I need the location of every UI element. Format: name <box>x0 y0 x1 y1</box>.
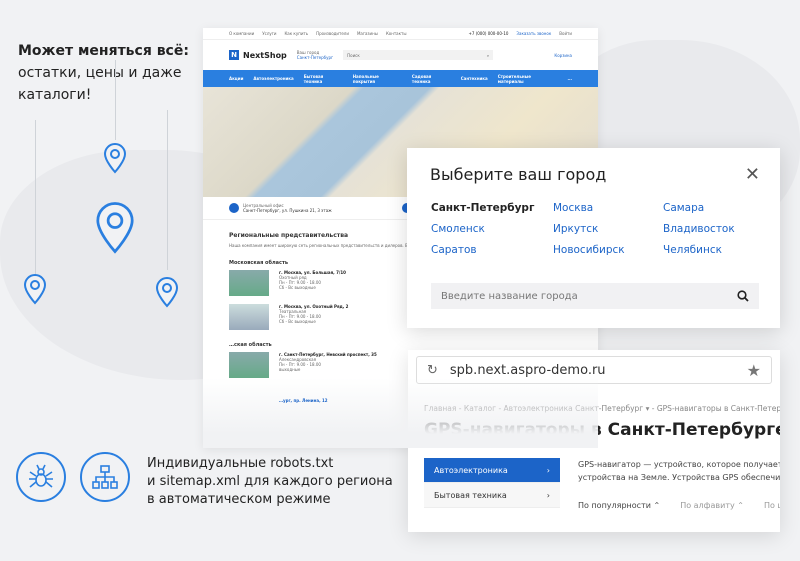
description: GPS-навигатор — устройство, которое полу… <box>578 458 780 484</box>
office-addr: Санкт-Петербург, ул. Пушкина 21, 3 этаж <box>243 208 332 213</box>
region-title: …ская область <box>229 342 272 348</box>
divider <box>115 60 116 140</box>
city-item[interactable]: Самара <box>663 202 773 214</box>
catalog-menu: Автоэлектроника › Бытовая техника › <box>424 458 560 508</box>
bottom-text: Индивидуальные robots.txt и sitemap.xml … <box>147 455 393 509</box>
office-info: Центральный офис Санкт-Петербург, ул. Пуш… <box>229 203 332 213</box>
hero-text: Может меняться всё: остатки, цены и даже… <box>18 40 198 106</box>
top-bar: О компании Услуги Как купить Производите… <box>203 28 598 40</box>
bottom-line: в автоматическом режиме <box>147 492 331 507</box>
city-value: Санкт-Петербург <box>296 55 334 60</box>
city-dialog: Выберите ваш город ✕ Санкт-Петербург Мос… <box>407 148 780 328</box>
url: spb.next.aspro-demo.ru <box>449 362 606 378</box>
map-pin-icon <box>96 202 134 254</box>
city-item[interactable]: Москва <box>553 202 663 214</box>
reload-icon[interactable]: ↻ <box>427 363 438 378</box>
star-icon[interactable]: ★ <box>747 361 761 380</box>
spider-icon <box>29 464 53 488</box>
logo-icon: N <box>229 50 239 60</box>
office-photo <box>229 270 269 296</box>
description-line: устройства на Земле. Устройства GPS обес… <box>578 473 780 482</box>
divider <box>35 120 36 280</box>
nav-item[interactable]: Бытовая техника <box>304 74 343 84</box>
city-list: Санкт-Петербург Москва Самара Смоленск И… <box>431 202 773 256</box>
search-icon[interactable] <box>737 290 749 302</box>
login-link[interactable]: Войти <box>559 31 572 36</box>
map-pin-icon <box>155 276 179 308</box>
chevron-right-icon: › <box>546 490 550 500</box>
map-pin-icon <box>103 142 127 174</box>
nav-item[interactable]: Автоэлектроника <box>253 76 293 81</box>
weekend: Сб - Вс выходные <box>279 319 316 324</box>
menu-label: Автоэлектроника <box>434 465 508 475</box>
hero-bold: Может меняться всё: <box>18 43 189 59</box>
sort-alphabet[interactable]: По алфавиту ⌃ <box>680 501 744 510</box>
sort-popularity[interactable]: По популярности ⌃ <box>578 501 660 510</box>
map-pin-icon <box>23 273 47 305</box>
cart-button[interactable]: Корзина <box>554 53 572 58</box>
nav-item[interactable]: Сантехника <box>461 76 488 81</box>
top-link[interactable]: Услуги <box>262 31 276 36</box>
nav-item[interactable]: Строительные материалы <box>498 74 558 84</box>
logo-text: NextShop <box>243 50 287 60</box>
top-link[interactable]: Производители <box>316 31 349 36</box>
city-item[interactable]: Саратов <box>431 244 553 256</box>
nav-more[interactable]: ... <box>567 76 572 81</box>
logo[interactable]: N NextShop <box>229 50 287 60</box>
city-item[interactable]: Иркутск <box>553 223 663 235</box>
sitemap-badge <box>80 452 130 502</box>
bottom-line: и sitemap.xml для каждого региона <box>147 474 393 489</box>
sort-bar: По популярности ⌃ По алфавиту ⌃ По цене … <box>578 501 780 510</box>
search-input[interactable]: Поиск ⌕ <box>343 50 494 60</box>
city-search-placeholder: Введите название города <box>441 290 578 302</box>
top-link[interactable]: О компании <box>229 31 254 36</box>
city-item[interactable]: Челябинск <box>663 244 773 256</box>
divider <box>167 110 168 270</box>
dialog-title: Выберите ваш город <box>430 165 607 184</box>
city-item[interactable]: Новосибирск <box>553 244 663 256</box>
office-photo <box>229 304 269 330</box>
main-nav: Акции Автоэлектроника Бытовая техника На… <box>203 70 598 87</box>
phone: +7 (000) 000-00-10 <box>468 31 509 36</box>
sitemap-icon <box>92 465 118 489</box>
bottom-line: Индивидуальные robots.txt <box>147 456 334 471</box>
city-item[interactable]: Владивосток <box>663 223 773 235</box>
site-header: N NextShop Ваш город Санкт-Петербург Поиск… <box>203 40 598 70</box>
sort-price[interactable]: По цене ⌃ <box>764 501 780 510</box>
city-search-input[interactable]: Введите название города <box>431 283 759 309</box>
fade-overlay <box>203 378 598 448</box>
nav-item[interactable]: Напольные покрытия <box>353 74 402 84</box>
nav-item[interactable]: Акции <box>229 76 243 81</box>
search-placeholder: Поиск <box>347 52 360 58</box>
cart-label: Корзина <box>554 52 572 58</box>
search-icon: ⌕ <box>486 52 490 58</box>
office-photo <box>229 352 269 378</box>
weekend: выходные <box>279 367 301 372</box>
hero-rest: остатки, цены и даже каталоги! <box>18 65 182 103</box>
city-item[interactable]: Смоленск <box>431 223 553 235</box>
top-link[interactable]: Магазины <box>357 31 378 36</box>
top-link[interactable]: Как купить <box>284 31 308 36</box>
close-icon[interactable]: ✕ <box>745 164 760 185</box>
nav-item[interactable]: Садовая техника <box>412 74 451 84</box>
spider-badge <box>16 452 66 502</box>
city-selector[interactable]: Ваш город Санкт-Петербург <box>297 50 333 60</box>
location-icon <box>229 203 239 213</box>
office-address: …ург, пр. Ленина, 12 <box>279 398 328 403</box>
callback-link[interactable]: Заказать звонок <box>516 31 551 36</box>
menu-label: Бытовая техника <box>434 490 507 500</box>
chevron-right-icon: › <box>546 465 550 475</box>
menu-item[interactable]: Бытовая техника › <box>424 483 560 508</box>
menu-item[interactable]: Автоэлектроника › <box>424 458 560 483</box>
weekend: Сб - Вс выходные <box>279 285 316 290</box>
description-line: GPS-навигатор — устройство, которое полу… <box>578 460 780 469</box>
city-item[interactable]: Санкт-Петербург <box>431 202 553 214</box>
top-link[interactable]: Контакты <box>386 31 407 36</box>
